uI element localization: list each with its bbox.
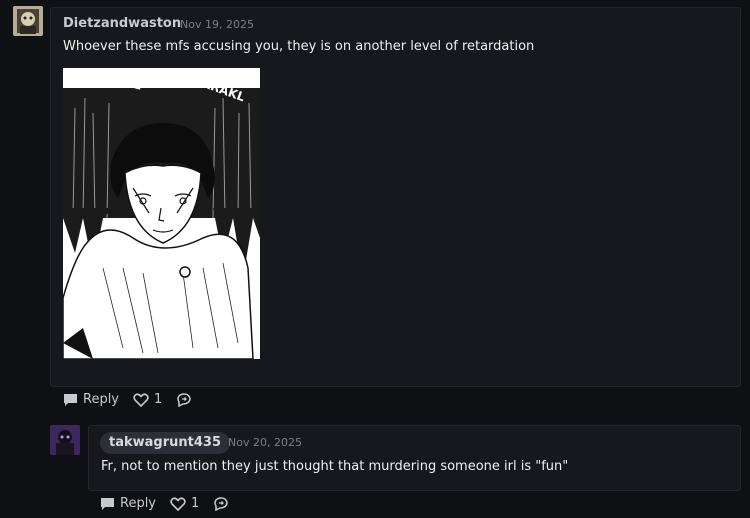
manga-panel-image[interactable]: KRAKL KRAKL	[63, 68, 260, 359]
reply-button[interactable]: Reply	[100, 496, 156, 511]
comment-text: Whoever these mfs accusing you, they is …	[63, 39, 535, 54]
reply-label: Reply	[83, 392, 120, 407]
avatar[interactable]	[50, 425, 80, 455]
comment-icon	[101, 497, 114, 510]
comment-icon	[64, 393, 77, 406]
heart-icon	[170, 496, 186, 511]
comment-actions: Reply 1	[63, 392, 211, 407]
avatar[interactable]	[13, 6, 43, 36]
like-button[interactable]: 1	[170, 496, 199, 511]
comment-username[interactable]: Dietzandwaston	[63, 16, 181, 31]
comment-text: Fr, not to mention they just thought tha…	[101, 459, 569, 474]
like-count: 1	[154, 392, 163, 407]
like-count: 1	[191, 496, 200, 511]
share-icon	[214, 496, 229, 511]
share-icon	[177, 392, 192, 407]
comment-actions: Reply 1	[100, 496, 248, 511]
comment-date: Nov 20, 2025	[228, 436, 302, 449]
reply-label: Reply	[120, 496, 157, 511]
reply-button[interactable]: Reply	[63, 392, 119, 407]
comment-date: Nov 19, 2025	[180, 18, 254, 31]
comment-username[interactable]: takwagrunt435	[100, 432, 230, 454]
heart-icon	[133, 392, 149, 407]
like-button[interactable]: 1	[133, 392, 162, 407]
share-button[interactable]	[213, 496, 234, 511]
share-button[interactable]	[176, 392, 197, 407]
